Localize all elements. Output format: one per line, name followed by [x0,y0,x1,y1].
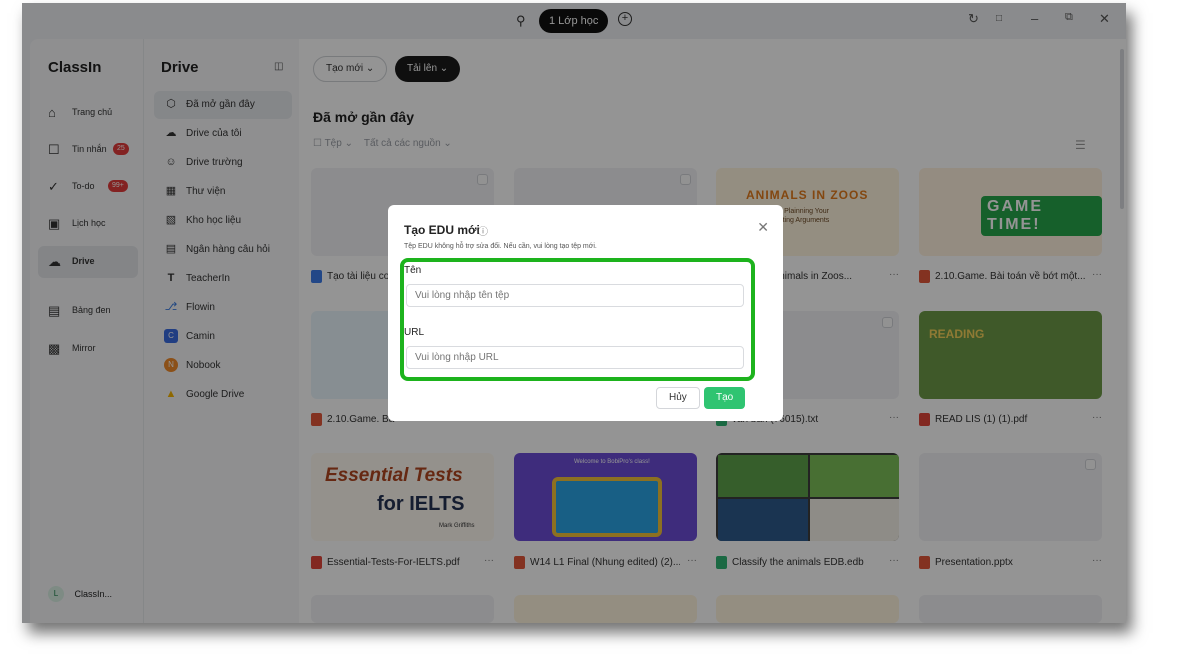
name-label: Tên [404,265,422,276]
create-button[interactable]: Tạo [704,387,746,409]
url-input[interactable] [406,346,744,369]
dialog-subtitle: Tệp EDU không hỗ trợ sửa đổi. Nếu cần, v… [404,243,597,250]
dialog-title: Tạo EDU mới [404,223,480,237]
help-icon[interactable]: ⓘ [478,223,488,238]
app-window: ⚲ 1 Lớp học + ↻ □ – ⧉ ✕ ClassIn ⌂ Trang … [22,3,1126,623]
close-icon[interactable]: ✕ [757,219,769,236]
new-edu-dialog: Tạo EDU mới ⓘ ✕ Tệp EDU không hỗ trợ sửa… [388,205,783,421]
name-input[interactable] [406,284,744,307]
url-label: URL [404,327,425,338]
cancel-button[interactable]: Hủy [656,387,700,409]
